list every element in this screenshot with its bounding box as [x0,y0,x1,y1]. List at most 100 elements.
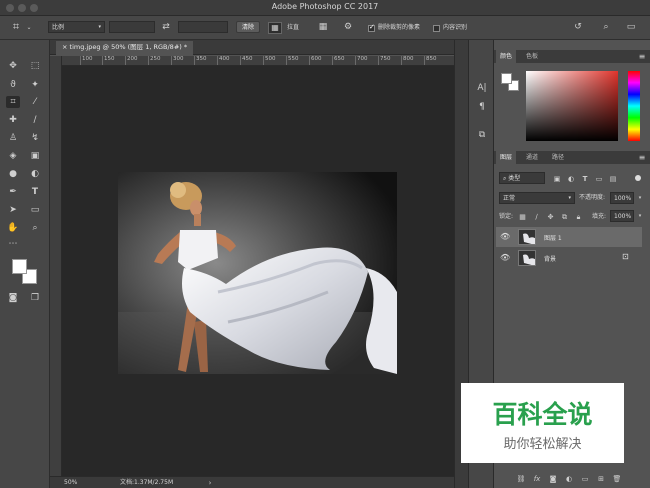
tab-paths[interactable]: 路径 [548,151,568,164]
lock-all-icon[interactable]: 🔒︎ [574,212,583,222]
fx-icon[interactable]: fx [532,474,542,484]
tab-swatches[interactable]: 色板 [522,50,542,63]
straighten-icon[interactable]: ▦ [268,22,282,34]
gear-icon[interactable]: ⚙ [341,22,355,32]
tab-channels[interactable]: 通道 [522,151,542,164]
quick-mask-icon[interactable]: ◙ [6,292,20,304]
crop-tool-icon[interactable]: ⌗ [6,96,20,108]
layer-name: 图层 1 [544,235,562,242]
ruler-tick: 400 [219,56,230,62]
gradient-tool-icon[interactable]: ▣ [28,150,42,162]
document-image[interactable] [118,172,397,374]
ruler-tick: 300 [173,56,184,62]
healing-brush-tool-icon[interactable]: ✚ [6,114,20,126]
reset-icon[interactable]: ↺ [571,22,585,32]
panel-menu-icon[interactable]: ≡ [637,52,647,62]
character-panel-icon[interactable]: A| [475,83,489,93]
tab-layers[interactable]: 图层 [496,151,517,164]
horizontal-ruler[interactable]: 100 150 200 250 300 350 400 450 500 550 … [62,56,454,66]
overlay-grid-icon[interactable]: ▦ [316,22,330,32]
dodge-tool-icon[interactable]: ◐ [28,168,42,180]
layer-row[interactable]: 👁︎ 图层 1 [496,227,642,247]
adjustment-layer-icon[interactable]: ◐ [564,474,574,484]
hue-slider[interactable] [628,71,640,141]
chevron-down-icon: ▾ [568,195,571,201]
magic-wand-tool-icon[interactable]: ✦ [28,79,42,91]
eye-icon[interactable]: 👁︎ [500,253,510,262]
trash-icon[interactable]: 🗑︎ [612,474,622,484]
ratio-select[interactable]: 比例 ▾ [48,21,105,33]
lock-position-icon[interactable]: ✥ [546,212,555,222]
color-picker-field[interactable] [526,71,618,141]
opacity-input[interactable]: 100% [610,192,634,204]
search-icon[interactable]: ⌕ [599,22,613,32]
straighten-label[interactable]: 拉直 [287,24,299,32]
ratio-select-value: 比例 [52,24,65,31]
delete-cropped-checkbox[interactable] [368,23,375,32]
layer-filter-select[interactable]: ⌕ 类型 [499,172,545,184]
close-tab-icon[interactable]: × [62,43,67,51]
more-tools-icon[interactable]: ⋯ [6,238,20,250]
eraser-tool-icon[interactable]: ◈ [6,150,20,162]
filter-pixel-icon[interactable]: ▣ [552,174,562,184]
filter-smart-object-icon[interactable]: ▤ [608,174,618,184]
filter-type-icon[interactable]: T [580,174,590,184]
new-layer-icon[interactable]: ⊞ [596,474,606,484]
hand-tool-icon[interactable]: ✋ [6,222,20,234]
move-tool-icon[interactable]: ✥ [6,60,20,72]
lock-artboard-icon[interactable]: ⧉ [560,212,569,222]
fill-input[interactable]: 100% [610,210,634,222]
zoom-tool-icon[interactable]: ⌕ [28,222,42,234]
blur-tool-icon[interactable]: ● [6,168,20,180]
content-aware-checkbox[interactable] [433,25,440,32]
add-mask-icon[interactable]: ◙ [548,474,558,484]
marquee-tool-icon[interactable]: ⬚ [28,60,42,72]
pen-tool-icon[interactable]: ✒ [6,186,20,198]
clear-button[interactable]: 清除 [236,21,260,33]
clone-stamp-tool-icon[interactable]: ♙ [6,132,20,144]
foreground-color-swatch[interactable] [12,259,27,274]
ruler-tick: 450 [242,56,253,62]
lock-transparent-icon[interactable]: ▦ [518,212,527,222]
group-folder-icon[interactable]: ▭ [580,474,590,484]
color-panel-tabs: 颜色 色板 ≡ [494,50,650,63]
type-tool-icon[interactable]: T [28,186,42,198]
vertical-ruler[interactable] [50,56,62,476]
height-input[interactable] [178,21,228,33]
filter-adjustment-icon[interactable]: ◐ [566,174,576,184]
panel-menu-icon[interactable]: ≡ [637,153,647,163]
lock-image-icon[interactable]: ∕ [532,212,541,222]
path-selection-tool-icon[interactable]: ➤ [6,204,20,216]
title-bar: Adobe Photoshop CC 2017 [0,0,650,16]
paragraph-panel-icon[interactable]: ¶ [475,102,489,112]
chevron-down-icon[interactable]: ⌄ [26,23,32,33]
history-brush-tool-icon[interactable]: ↯ [28,132,42,144]
adjustments-panel-icon[interactable]: ⧉ [475,130,489,140]
lock-icon: ⊡ [622,252,629,261]
chevron-down-icon[interactable]: ▾ [636,193,644,203]
filter-shape-icon[interactable]: ▭ [594,174,604,184]
document-tab[interactable]: × timg.jpeg @ 50% (图层 1, RGB/8#) * [56,41,194,55]
swap-icon[interactable]: ⇄ [159,22,173,32]
width-input[interactable] [109,21,155,33]
crop-tool-preset-icon[interactable]: ⌗ [8,21,24,32]
color-panel-foreground-swatch[interactable] [501,73,512,84]
workspace-icon[interactable]: ▭ [624,22,638,32]
link-layers-icon[interactable]: ⛓︎ [516,474,526,484]
chevron-down-icon[interactable]: ▾ [636,211,644,221]
content-aware-label: 内容识别 [443,24,468,31]
eye-icon[interactable]: 👁︎ [500,232,510,241]
tab-color[interactable]: 颜色 [496,50,517,63]
filter-toggle-icon[interactable] [635,175,641,181]
layer-row[interactable]: 👁︎ 背景 ⊡ [496,248,642,268]
options-bar: ⌗ ⌄ 比例 ▾ ⇄ 清除 ▦ 拉直 ▦ ⚙ 删除裁剪的像素 内容识别 ↺ ⌕ … [0,16,650,40]
blend-mode-select[interactable]: 正常 ▾ [499,192,575,204]
layer-thumbnail [518,250,536,266]
chevron-right-icon[interactable]: › [206,478,214,488]
screen-mode-icon[interactable]: ❐ [28,292,42,304]
zoom-level[interactable]: 50% [64,479,77,487]
rectangle-tool-icon[interactable]: ▭ [28,204,42,216]
brush-tool-icon[interactable]: ∕ [28,114,42,126]
eyedropper-tool-icon[interactable]: ⁄ [28,96,42,108]
lasso-tool-icon[interactable]: ϑ [6,79,20,91]
